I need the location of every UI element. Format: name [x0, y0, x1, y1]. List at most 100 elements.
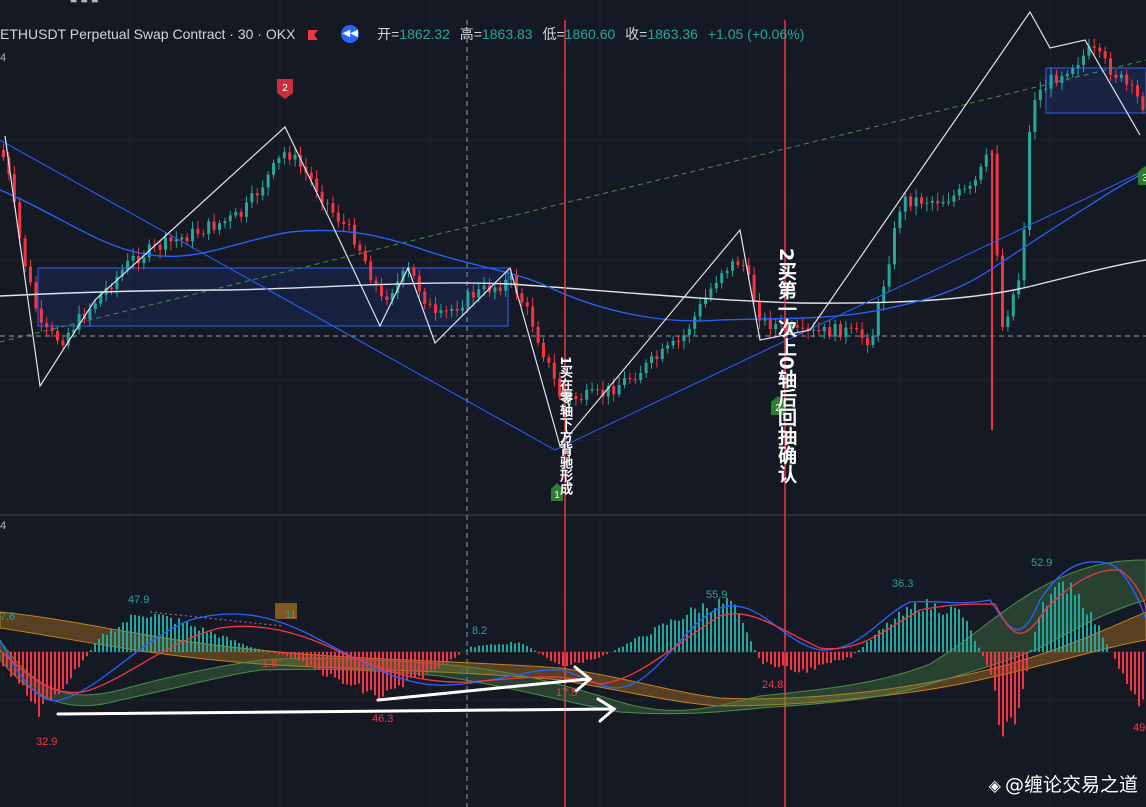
flag-icon[interactable] [307, 28, 319, 40]
macd-bar [382, 652, 384, 697]
candle-body [655, 356, 659, 359]
macd-bar [306, 652, 308, 667]
symbol-title[interactable]: ETHUSDT Perpetual Swap Contract · 30 · O… [0, 26, 295, 42]
macd-bar [66, 652, 68, 685]
candle-body [1038, 89, 1042, 101]
candle-body [1076, 64, 1080, 69]
macd-bar [158, 614, 160, 652]
macd-bar [310, 652, 312, 665]
macd-bar [930, 609, 932, 652]
macd-bar [626, 643, 628, 652]
candle-body [660, 348, 664, 359]
diamond-logo-icon: ◈ [988, 776, 1001, 795]
candle-body [828, 327, 832, 337]
candle-body [272, 162, 275, 175]
candle-body [612, 386, 616, 395]
candle-body [930, 200, 934, 203]
macd-bar [914, 602, 916, 652]
candle-body [1103, 51, 1107, 59]
macd-bar [150, 616, 152, 652]
macd-bar [1134, 652, 1136, 695]
candle-body [671, 340, 675, 346]
macd-bar [650, 634, 652, 652]
macd-bar [266, 651, 268, 652]
macd-bar [1114, 652, 1116, 659]
macd-bar [598, 652, 600, 658]
macd-bar [758, 652, 760, 659]
macd-bar [978, 647, 980, 652]
macd-bar [1054, 587, 1056, 652]
candle-body [909, 196, 913, 207]
macd-bar [522, 644, 524, 652]
macd-bar [822, 652, 824, 665]
candle-body [493, 287, 497, 293]
candle-body [833, 324, 837, 337]
candle-body [682, 335, 686, 342]
candle-body [525, 302, 529, 307]
candle-body [644, 362, 648, 374]
macd-bar [182, 622, 184, 652]
macd-bar [394, 652, 396, 689]
low-label: 低= [542, 26, 565, 42]
macd-bar [670, 619, 672, 652]
macd-bar [790, 652, 792, 670]
macd-bar [546, 652, 548, 659]
candle-body [34, 282, 38, 309]
macd-bar [82, 652, 84, 661]
candle-body [353, 224, 356, 245]
close-label: 收= [625, 26, 648, 42]
macd-bar [190, 626, 192, 652]
candle-body [174, 239, 178, 242]
macd-bar [826, 652, 828, 663]
macd-bar [106, 635, 108, 652]
macd-bar [638, 636, 640, 652]
pane-label-price: 4 [0, 52, 7, 64]
macd-bar [354, 652, 356, 685]
candle-body [326, 202, 329, 204]
macd-label-46-3: 46.3 [372, 713, 393, 725]
macd-bar [1030, 650, 1032, 652]
macd-bar [178, 618, 180, 652]
candle-body [639, 373, 643, 381]
macd-bar [946, 613, 948, 652]
macd-bar [562, 652, 564, 667]
macd-bar [630, 642, 632, 652]
macd-bar [154, 613, 156, 652]
candle-body [1092, 46, 1096, 48]
macd-bar [38, 652, 40, 717]
candle-body [277, 158, 281, 163]
macd-bar [698, 612, 700, 652]
macd-bar [738, 614, 740, 652]
macd-bar [766, 652, 768, 662]
macd-bar [210, 631, 212, 652]
candle-body [1125, 74, 1129, 85]
candle-body [288, 152, 292, 160]
candle-body [687, 328, 691, 336]
candle-body [255, 193, 259, 196]
macd-bar [302, 652, 304, 662]
svg-text:3: 3 [1142, 173, 1146, 184]
macd-bar [1026, 652, 1028, 672]
macd-bar [1034, 631, 1036, 652]
macd-bar [774, 652, 776, 668]
macd-bar [486, 644, 488, 652]
macd-bar [282, 652, 284, 655]
macd-bar [834, 652, 836, 661]
macd-bar [50, 652, 52, 701]
macd-bar [990, 652, 992, 675]
candle-body [423, 291, 427, 304]
candle-body [822, 327, 826, 332]
macd-bar [254, 648, 256, 652]
candle-body [893, 228, 896, 265]
candle-body [245, 202, 248, 217]
macd-bar [634, 638, 636, 652]
rewind-icon[interactable]: ◀◀ [341, 25, 360, 43]
macd-bar [230, 640, 232, 652]
candle-body [876, 303, 880, 336]
macd-bar [558, 652, 560, 665]
candle-body [957, 189, 961, 196]
candle-body [1022, 229, 1026, 281]
macd-bar [1002, 652, 1004, 737]
macd-label-32-9: 32.9 [36, 736, 57, 748]
macd-bar [666, 624, 668, 652]
